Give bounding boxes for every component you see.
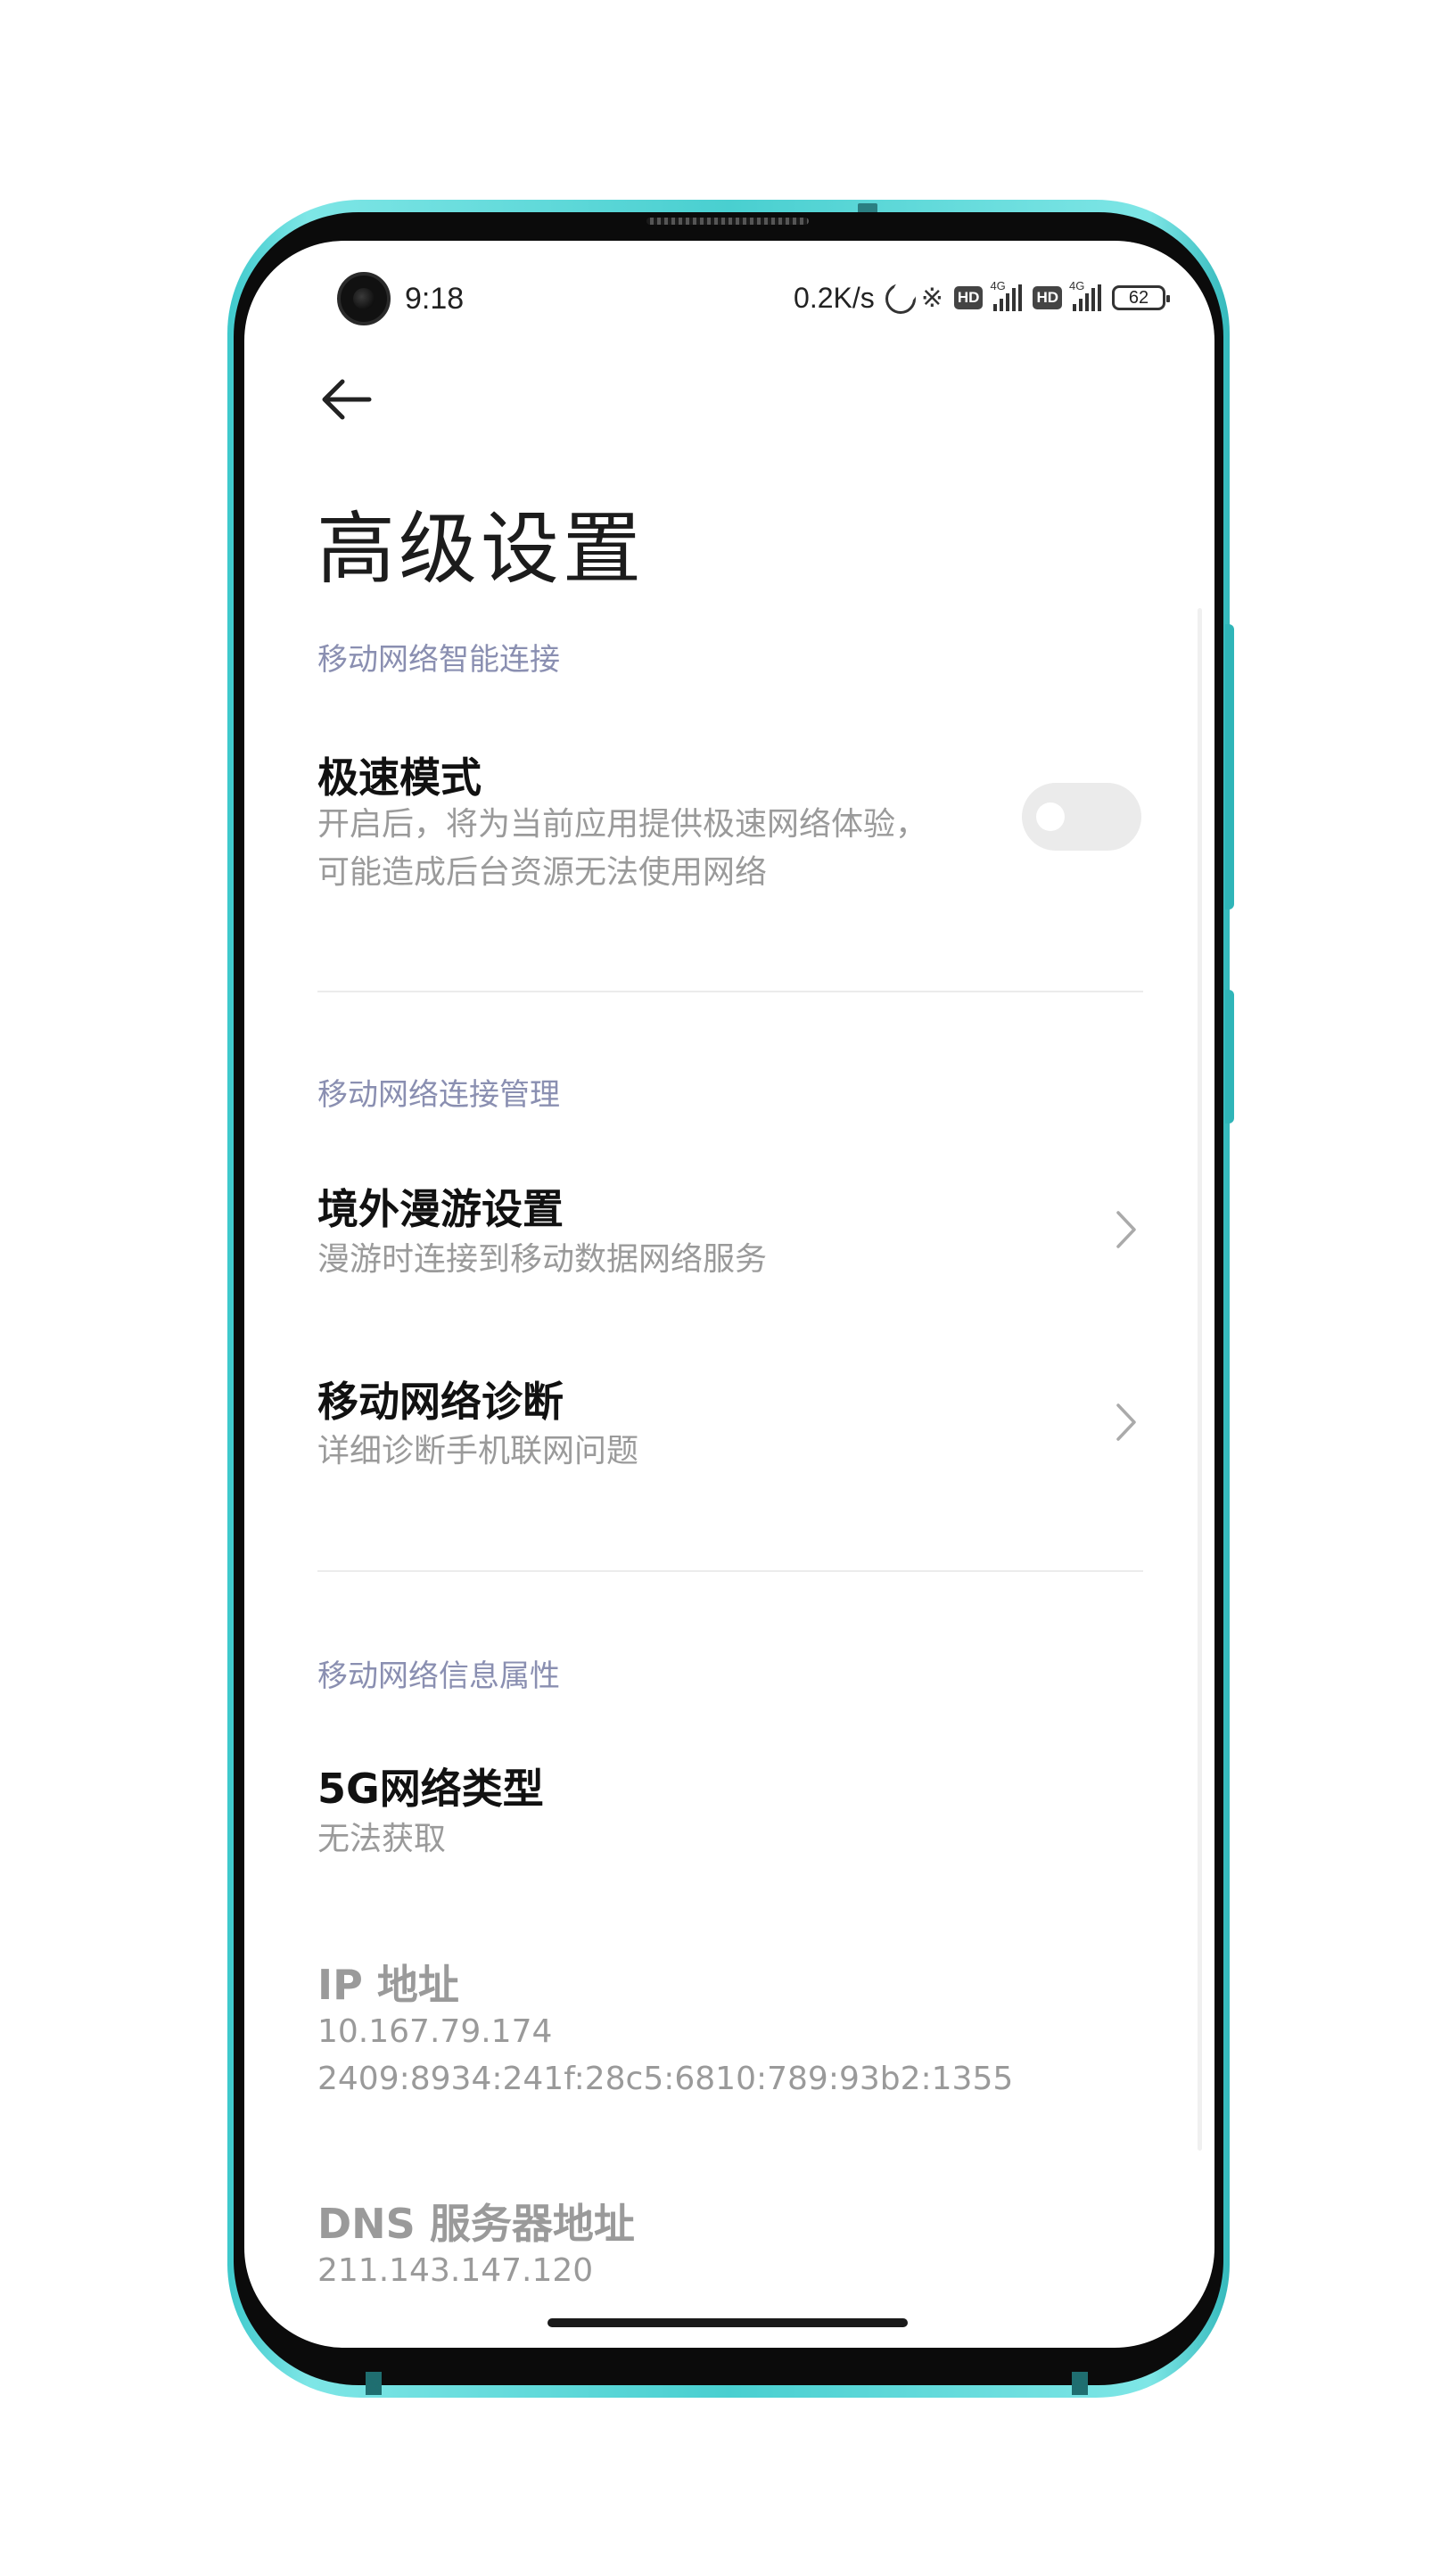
status-time: 9:18 bbox=[405, 282, 465, 316]
item-title: DNS 服务器地址 bbox=[317, 2200, 635, 2248]
moon-icon bbox=[885, 280, 917, 314]
toggle-knob bbox=[1036, 802, 1065, 831]
battery-icon: 62 bbox=[1112, 285, 1170, 310]
item-subtitle: 漫游时连接到移动数据网络服务 bbox=[317, 1241, 768, 1278]
front-camera bbox=[337, 272, 391, 325]
section-header: 移动网络连接管理 bbox=[317, 1077, 560, 1113]
page-title: 高级设置 bbox=[317, 503, 646, 595]
divider bbox=[317, 991, 1143, 992]
dns-address: 211.143.147.120 bbox=[317, 2252, 594, 2289]
item-title: 境外漫游设置 bbox=[317, 1185, 564, 1233]
power-button bbox=[1225, 990, 1234, 1123]
ip-address-v4: 10.167.79.174 bbox=[317, 2013, 553, 2050]
speed-mode-toggle[interactable] bbox=[1022, 783, 1141, 851]
battery-level: 62 bbox=[1128, 287, 1149, 308]
item-title: 移动网络诊断 bbox=[317, 1378, 564, 1426]
chevron-right-icon[interactable] bbox=[1113, 1207, 1140, 1252]
hd-badge: HD bbox=[953, 286, 984, 309]
net-speed: 0.2K/s bbox=[794, 281, 875, 314]
hd-badge: HD bbox=[1033, 286, 1062, 309]
network-type-label: 4G bbox=[1069, 279, 1085, 292]
signal-icon: 4G bbox=[1069, 279, 1101, 311]
volume-button bbox=[1225, 624, 1234, 909]
item-title: 极速模式 bbox=[317, 753, 482, 802]
item-subtitle: 可能造成后台资源无法使用网络 bbox=[317, 854, 768, 891]
item-subtitle: 无法获取 bbox=[317, 1821, 447, 1857]
arrow-left-icon[interactable] bbox=[317, 373, 375, 426]
divider bbox=[317, 1570, 1143, 1572]
section-header: 移动网络信息属性 bbox=[317, 1658, 560, 1694]
ip-address-v6: 2409:8934:241f:28c5:6810:789:93b2:1355 bbox=[317, 2061, 1014, 2097]
antenna-line-bottom-right bbox=[1072, 2372, 1088, 2395]
item-subtitle: 详细诊断手机联网问题 bbox=[317, 1433, 639, 1469]
status-icons: 0.2K/s ※ HD 4G HD 4G 62 bbox=[794, 278, 1170, 317]
section-header: 移动网络智能连接 bbox=[317, 642, 560, 678]
antenna-line-bottom-left bbox=[366, 2372, 382, 2395]
scrollbar[interactable] bbox=[1198, 608, 1202, 2151]
chevron-right-icon[interactable] bbox=[1113, 1400, 1140, 1444]
home-indicator[interactable] bbox=[547, 2318, 908, 2327]
network-type-label: 4G bbox=[990, 279, 1006, 292]
bluetooth-icon: ※ bbox=[920, 283, 943, 313]
signal-icon: 4G bbox=[990, 279, 1023, 311]
earpiece-grille bbox=[646, 218, 809, 225]
item-title: IP 地址 bbox=[317, 1961, 459, 2009]
item-subtitle: 开启后，将为当前应用提供极速网络体验， bbox=[317, 806, 928, 843]
item-title: 5G网络类型 bbox=[317, 1765, 544, 1813]
